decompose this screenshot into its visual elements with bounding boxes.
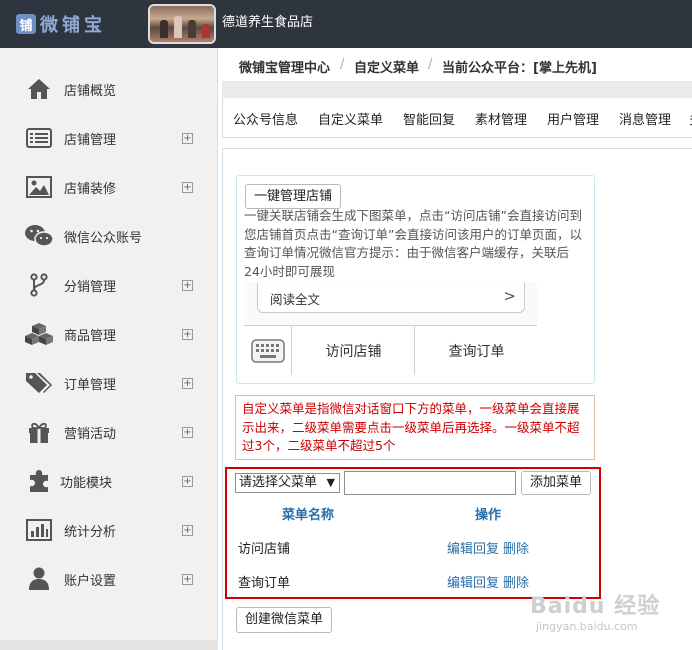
sidebar-item-label: 店铺概览 xyxy=(64,83,117,99)
read-all-link[interactable]: 阅读全文 > xyxy=(257,283,525,313)
add-menu-button[interactable]: 添加菜单 xyxy=(521,471,591,495)
watermark-main: Baidu 经验 xyxy=(530,594,661,619)
sidebar-item-label: 微信公众账号 xyxy=(64,230,143,246)
sidebar-item-modules[interactable]: 功能模块 + xyxy=(0,461,218,501)
sidebar-item-label: 功能模块 xyxy=(60,475,113,491)
tab-materials[interactable]: 素材管理 xyxy=(475,109,527,128)
expand-icon[interactable]: + xyxy=(182,475,193,487)
logo-mark: 铺 xyxy=(16,14,36,34)
tab-account-info[interactable]: 公众号信息 xyxy=(233,109,298,128)
sidebar-item-marketing[interactable]: 营销活动 + xyxy=(0,412,218,452)
shop-avatar[interactable] xyxy=(148,4,216,44)
tab-bar: 公众号信息 自定义菜单 智能回复 素材管理 用户管理 消息管理 多 xyxy=(222,98,692,138)
baidu-watermark: Baidu 经验 jingyan.baidu.com xyxy=(530,588,680,638)
shop-name: 德道养生食品店 xyxy=(222,15,314,30)
chevron-right-icon: > xyxy=(503,287,516,305)
reply-link[interactable]: 回复 xyxy=(473,572,499,591)
menu-button-query-orders[interactable]: 查询订单 xyxy=(416,326,537,375)
sidebar-item-account[interactable]: 账户设置 + xyxy=(0,559,218,599)
column-header-operations: 操作 xyxy=(475,508,502,523)
expand-icon[interactable]: + xyxy=(182,524,193,536)
dropdown-arrow-icon: ▼ xyxy=(326,476,335,489)
home-icon xyxy=(24,74,54,104)
tab-users[interactable]: 用户管理 xyxy=(547,109,599,128)
breadcrumb-separator: / xyxy=(428,57,433,72)
sidebar-item-label: 统计分析 xyxy=(64,524,117,540)
bar-chart-icon xyxy=(24,515,54,545)
sidebar-item-orders[interactable]: 订单管理 + xyxy=(0,363,218,403)
menu-row-name: 访问店铺 xyxy=(238,542,291,557)
notice-text: 自定义菜单是指微信对话窗口下方的菜单，一级菜单会直接展示出来，二级菜单需要点击一… xyxy=(242,401,580,453)
sidebar-item-label: 订单管理 xyxy=(64,377,117,393)
sidebar-item-wechat-account[interactable]: 微信公众账号 xyxy=(0,216,218,256)
sidebar-scrollbar[interactable] xyxy=(0,640,218,650)
top-bar: 铺 微铺宝 德道养生食品店 xyxy=(0,0,692,48)
sidebar-item-store-decoration[interactable]: 店铺装修 + xyxy=(0,167,218,207)
parent-menu-select[interactable]: 请选择父菜单 ▼ xyxy=(235,473,340,493)
expand-icon[interactable]: + xyxy=(182,573,193,585)
tags-icon xyxy=(24,368,54,398)
sidebar-item-store-management[interactable]: 店铺管理 + xyxy=(0,118,218,158)
menu-row-name: 查询订单 xyxy=(238,576,291,591)
expand-icon[interactable]: + xyxy=(182,426,193,438)
breadcrumb-item-custom-menu[interactable]: 自定义菜单 xyxy=(354,57,419,76)
expand-icon[interactable]: + xyxy=(182,328,193,340)
list-icon xyxy=(24,123,54,153)
tab-messages[interactable]: 消息管理 xyxy=(619,109,671,128)
read-all-label: 阅读全文 xyxy=(270,292,321,307)
tab-custom-menu[interactable]: 自定义菜单 xyxy=(318,109,383,128)
divider xyxy=(222,82,692,98)
sidebar-item-label: 营销活动 xyxy=(64,426,117,442)
logo-text: 微铺宝 xyxy=(40,15,106,36)
sidebar-item-label: 店铺装修 xyxy=(64,181,117,197)
branch-icon xyxy=(24,270,54,300)
preview-description: 一键关联店铺会生成下图菜单，点击“访问店铺”会直接访问到您店铺首页点击“查询订单… xyxy=(244,208,582,279)
picture-icon xyxy=(24,172,54,202)
create-wechat-menu-button[interactable]: 创建微信菜单 xyxy=(236,607,332,633)
breadcrumb-item-platform: 当前公众平台：[掌上先机] xyxy=(442,61,597,76)
breadcrumb: 微铺宝管理中心 / 自定义菜单 / 当前公众平台：[掌上先机] xyxy=(222,48,692,82)
menu-button-visit-store[interactable]: 访问店铺 xyxy=(293,326,415,375)
column-header-menu-name: 菜单名称 xyxy=(282,508,335,523)
breadcrumb-item-home[interactable]: 微铺宝管理中心 xyxy=(239,57,330,76)
one-click-manage-store-button[interactable]: 一键管理店铺 xyxy=(245,184,341,209)
watermark-sub: jingyan.baidu.com xyxy=(536,620,638,633)
menu-rules-notice: 自定义菜单是指微信对话窗口下方的菜单，一级菜单会直接展示出来，二级菜单需要点击一… xyxy=(235,395,595,460)
expand-icon[interactable]: + xyxy=(182,279,193,291)
cubes-icon xyxy=(24,319,54,349)
sidebar-item-label: 分销管理 xyxy=(64,279,117,295)
breadcrumb-separator: / xyxy=(340,57,345,72)
keyboard-icon[interactable] xyxy=(244,326,292,375)
edit-link[interactable]: 编辑 xyxy=(447,572,473,591)
expand-icon[interactable]: + xyxy=(182,181,193,193)
sidebar-item-statistics[interactable]: 统计分析 + xyxy=(0,510,218,550)
delete-link[interactable]: 删除 xyxy=(503,572,529,591)
edit-link[interactable]: 编辑 xyxy=(447,538,473,557)
sidebar-item-distribution[interactable]: 分销管理 + xyxy=(0,265,218,305)
tab-auto-reply[interactable]: 智能回复 xyxy=(403,109,455,128)
app-logo[interactable]: 铺 微铺宝 xyxy=(16,12,106,36)
expand-icon[interactable]: + xyxy=(182,377,193,389)
sidebar-item-label: 店铺管理 xyxy=(64,132,117,148)
sidebar-item-overview[interactable]: 店铺概览 xyxy=(0,69,218,109)
gift-icon xyxy=(24,417,54,447)
wechat-menu-bar: 访问店铺 查询订单 xyxy=(244,325,537,375)
wechat-icon xyxy=(24,221,54,251)
sidebar-item-label: 商品管理 xyxy=(64,328,117,344)
select-value: 请选择父菜单 xyxy=(239,475,318,490)
puzzle-icon xyxy=(24,466,54,496)
menu-name-input[interactable] xyxy=(344,471,516,495)
sidebar-item-label: 账户设置 xyxy=(64,573,117,589)
sidebar-item-products[interactable]: 商品管理 + xyxy=(0,314,218,354)
delete-link[interactable]: 删除 xyxy=(503,538,529,557)
sidebar: 店铺概览 店铺管理 + 店铺装修 + 微信公众账号 分销管理 + 商品管理 + xyxy=(0,48,218,650)
user-icon xyxy=(24,564,54,594)
expand-icon[interactable]: + xyxy=(182,132,193,144)
reply-link[interactable]: 回复 xyxy=(473,538,499,557)
